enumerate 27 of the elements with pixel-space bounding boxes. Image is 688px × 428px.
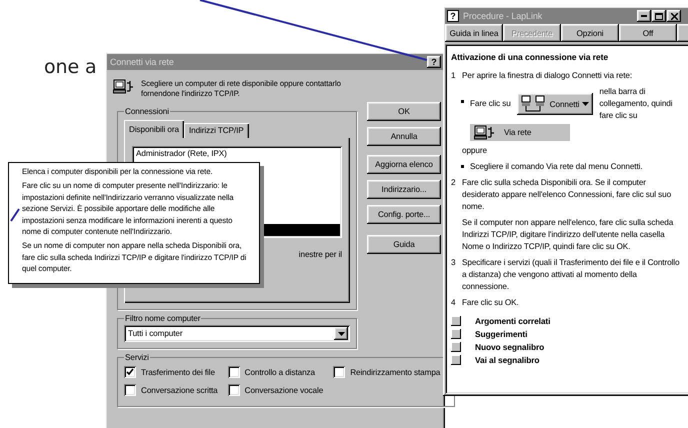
bullet-text: Scegliere il comando Via rete dal menu Connetti. bbox=[470, 161, 643, 173]
checkbox-label: Reindirizzamento stampa bbox=[350, 368, 440, 376]
help-paragraph: oppure bbox=[461, 145, 488, 157]
group-label: Filtro nome computer bbox=[124, 314, 202, 323]
step-text: Fare clic su OK. bbox=[462, 297, 519, 309]
help-icon: ? bbox=[447, 10, 459, 22]
bullet-text: Fare clic su bbox=[470, 98, 511, 110]
step-number: 1 bbox=[451, 70, 456, 82]
checkbox-label: Conversazione vocale bbox=[244, 386, 324, 394]
note-text: inestre per il bbox=[298, 250, 342, 259]
step-text: Per aprire la finestra di dialogo Connetti via rete: bbox=[462, 70, 632, 82]
step-text: Fare clic sulla scheda Disponibili ora. Se il computer desiderato appare nell'elenco Connessioni, fare clic sul suo nome. bbox=[462, 177, 672, 213]
help-paragraph: Se il computer non appare nell'elenco, fare clic sulla scheda Indirizzi TCP/IP, digitare l'indirizzo dell'utente nella casella Nome o Indirizzo TCP/IP, quindi fare clic su OK. bbox=[461, 217, 674, 253]
body-text: one a bbox=[44, 56, 97, 78]
step-text: Specificare i servizi (quali il Trasferimento dei file e il Controllo a distanza) che vengono attivati al momento della connessione. bbox=[462, 257, 680, 293]
checkbox-label: Controllo a distanza bbox=[244, 368, 315, 376]
bullet-text: nella barra di collegamento, quindi fare clic su bbox=[599, 86, 674, 122]
step-number: 2 bbox=[451, 177, 456, 189]
group-label: Connessioni bbox=[124, 107, 170, 116]
checkbox-label: Conversazione scritta bbox=[141, 386, 218, 394]
checkbox-label: Trasferimento dei file bbox=[141, 368, 215, 376]
help-heading: Attivazione di una connessione via rete bbox=[451, 51, 610, 63]
group-label: Servizi bbox=[124, 353, 150, 362]
window-title: Procedure - LapLink bbox=[463, 11, 542, 21]
step-number: 4 bbox=[451, 297, 456, 309]
step-number: 3 bbox=[451, 257, 456, 269]
window-title: Connetti via rete bbox=[110, 57, 174, 67]
